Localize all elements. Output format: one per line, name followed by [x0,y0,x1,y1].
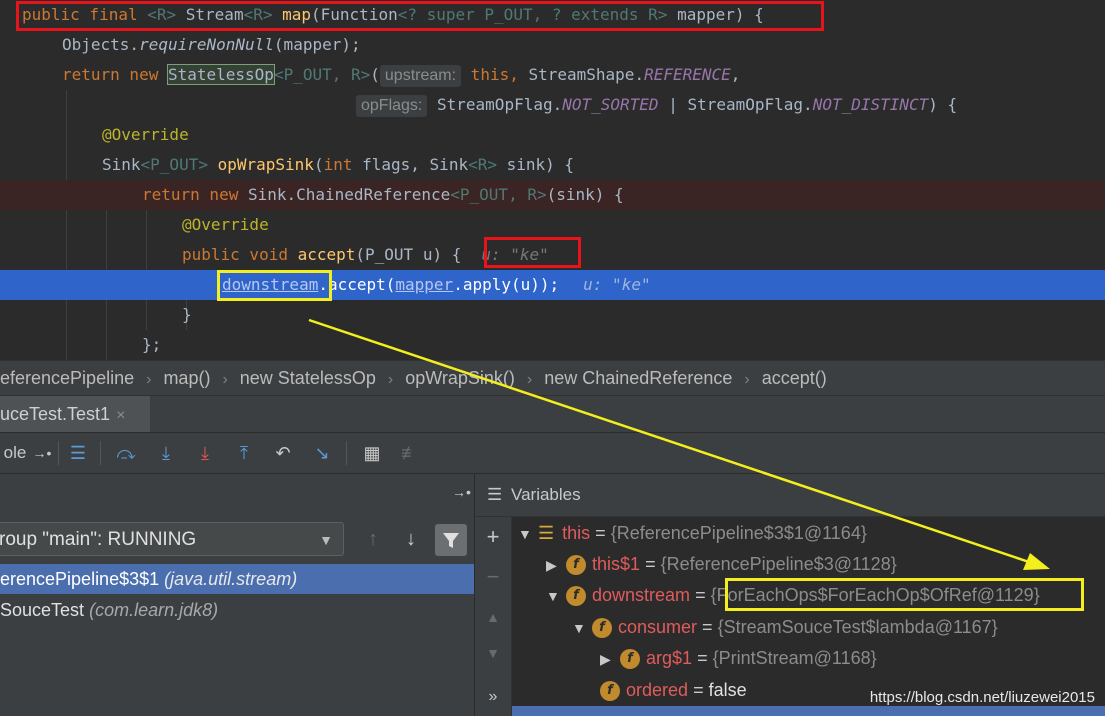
annotation-arrow [308,318,1050,570]
watermark: https://blog.csdn.net/liuzewei2015 [869,689,1095,706]
